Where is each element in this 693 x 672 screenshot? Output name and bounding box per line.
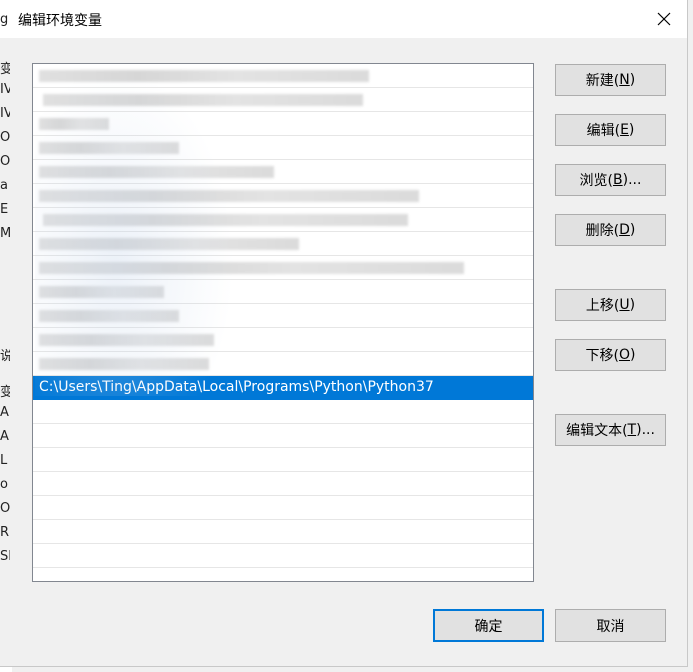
window-title: 编辑环境变量 (18, 13, 102, 29)
redacted-path (39, 286, 164, 298)
close-icon (657, 12, 671, 26)
background-text-fragment: Or (0, 501, 10, 516)
empty-list-item[interactable] (33, 520, 533, 544)
background-text-fragment: M (0, 226, 10, 241)
background-text-fragment: g (0, 12, 9, 27)
background-text-fragment: 说 (0, 349, 10, 364)
list-item[interactable] (33, 280, 533, 304)
edit-button[interactable]: 编辑(E) (555, 114, 666, 146)
close-button[interactable] (641, 0, 687, 38)
background-text-fragment: R (0, 525, 10, 540)
list-item[interactable] (33, 136, 533, 160)
redacted-path (39, 190, 419, 202)
delete-button[interactable]: 删除(D) (555, 214, 666, 246)
empty-list-item[interactable] (33, 472, 533, 496)
background-text-fragment: o (0, 477, 8, 492)
redacted-path (43, 94, 363, 106)
background-text-fragment: SF (0, 549, 10, 564)
path-text: C:\Users\Ting\AppData\Local\Programs\Pyt… (39, 379, 434, 395)
empty-list-item[interactable] (33, 400, 533, 424)
list-item[interactable] (33, 88, 533, 112)
list-item[interactable] (33, 232, 533, 256)
redacted-path (39, 262, 464, 274)
background-text-fragment: Or (0, 130, 10, 145)
ok-button[interactable]: 确定 (433, 609, 544, 642)
list-item[interactable] (33, 184, 533, 208)
empty-list-item[interactable] (33, 544, 533, 568)
title-bar: 编辑环境变量 (0, 0, 687, 38)
background-text-fragment: A (0, 429, 9, 444)
list-item[interactable] (33, 112, 533, 136)
empty-list-item[interactable] (33, 448, 533, 472)
empty-list-item[interactable] (33, 568, 533, 581)
list-item[interactable] (33, 208, 533, 232)
empty-list-item[interactable] (33, 496, 533, 520)
list-item[interactable] (33, 160, 533, 184)
background-text-fragment: IV (0, 82, 10, 97)
redacted-path (39, 358, 209, 370)
browse-button[interactable]: 浏览(B)... (555, 164, 666, 196)
background-text-fragment: 变 (0, 385, 10, 400)
list-item[interactable] (33, 304, 533, 328)
empty-list-item[interactable] (33, 424, 533, 448)
redacted-path (39, 238, 299, 250)
redacted-path (39, 310, 179, 322)
background-text-fragment: a (0, 178, 8, 193)
new-button[interactable]: 新建(N) (555, 64, 666, 96)
redacted-path (43, 214, 408, 226)
cancel-button[interactable]: 取消 (555, 609, 666, 642)
background-text-fragment: E (0, 202, 9, 217)
redacted-path (39, 118, 109, 130)
redacted-path (39, 166, 274, 178)
background-text-fragment: L (0, 453, 8, 468)
background-text-fragment: AN (0, 405, 10, 420)
redacted-path (39, 142, 179, 154)
edit-env-variable-dialog: 编辑环境变量 C:\Users\Ting\AppData\Local\Progr… (0, 0, 688, 667)
move-up-button[interactable]: 上移(U) (555, 289, 666, 321)
redacted-path (39, 70, 369, 82)
background-text-fragment: 变 (0, 62, 10, 77)
list-item[interactable] (33, 64, 533, 88)
path-list[interactable]: C:\Users\Ting\AppData\Local\Programs\Pyt… (32, 63, 534, 582)
redacted-path (39, 334, 214, 346)
edit-text-button[interactable]: 编辑文本(T)... (555, 414, 666, 446)
list-item[interactable] (33, 256, 533, 280)
background-text-fragment: Or (0, 154, 10, 169)
list-item[interactable] (33, 352, 533, 376)
background-text-fragment: IV (0, 106, 10, 121)
list-item[interactable] (33, 328, 533, 352)
move-down-button[interactable]: 下移(O) (555, 339, 666, 371)
list-item-selected[interactable]: C:\Users\Ting\AppData\Local\Programs\Pyt… (33, 376, 533, 400)
